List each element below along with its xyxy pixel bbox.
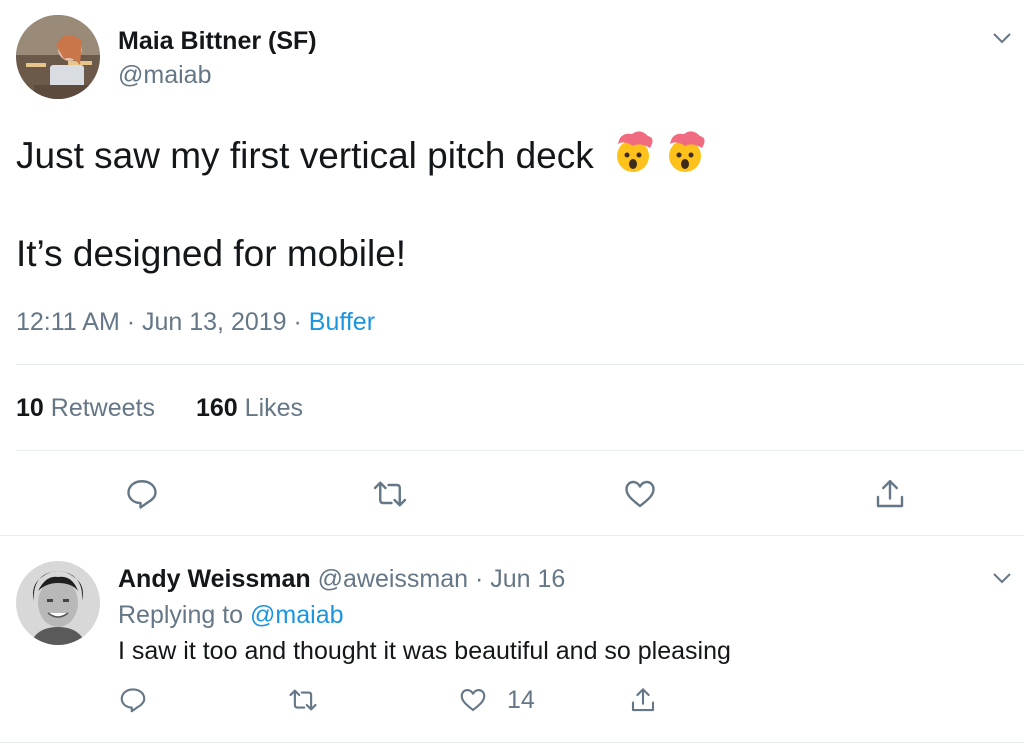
likes-stat[interactable]: 160 Likes [196,394,303,423]
retweet-icon[interactable] [372,476,408,512]
exploding-head-icon [610,128,656,174]
divider [0,742,1024,743]
reply-icon[interactable] [118,685,148,715]
divider [16,364,1024,365]
retweets-stat[interactable]: 10 Retweets [16,394,155,423]
replying-to: Replying to @maiab [118,601,344,630]
likes-label: Likes [244,394,304,422]
retweets-count: 10 [16,394,44,422]
reply-likes-count: 14 [507,686,535,714]
timestamp-text[interactable]: 12:11 AM · Jun 13, 2019 · [16,308,309,336]
divider [0,535,1024,536]
reply-text: I saw it too and thought it was beautifu… [118,637,731,665]
share-icon[interactable] [628,685,658,715]
likes-count: 160 [196,394,238,422]
reply-icon[interactable] [124,476,160,512]
author-avatar[interactable] [16,15,100,99]
tweet-text-line-2: It’s designed for mobile! [16,233,407,274]
tweet-timestamp: 12:11 AM · Jun 13, 2019 · Buffer [16,308,375,337]
source-link[interactable]: Buffer [309,308,375,336]
reply-author-name[interactable]: Andy Weissman [118,565,311,593]
retweet-icon[interactable] [288,685,318,715]
like-icon[interactable] [458,685,488,715]
share-icon[interactable] [872,476,908,512]
author-name[interactable]: Maia Bittner (SF) [118,27,317,56]
chevron-down-icon[interactable] [990,26,1014,50]
replying-to-handle[interactable]: @maiab [250,601,343,629]
tweet-text: Just saw my first vertical pitch deck [16,135,594,176]
exploding-head-icon [662,128,708,174]
divider [16,450,1024,451]
reply-header: Andy Weissman @aweissman · Jun 16 [118,565,565,594]
author-handle[interactable]: @maiab [118,61,211,90]
like-icon[interactable] [622,476,658,512]
retweets-label: Retweets [50,394,155,422]
replying-to-label: Replying to [118,601,251,629]
tweet-text-line-1: Just saw my first vertical pitch deck [16,128,708,178]
reply-author-handle[interactable]: @aweissman [318,565,468,593]
reply-author-avatar[interactable] [16,561,100,645]
reply-date[interactable]: · Jun 16 [475,565,565,593]
chevron-down-icon[interactable] [990,566,1014,590]
